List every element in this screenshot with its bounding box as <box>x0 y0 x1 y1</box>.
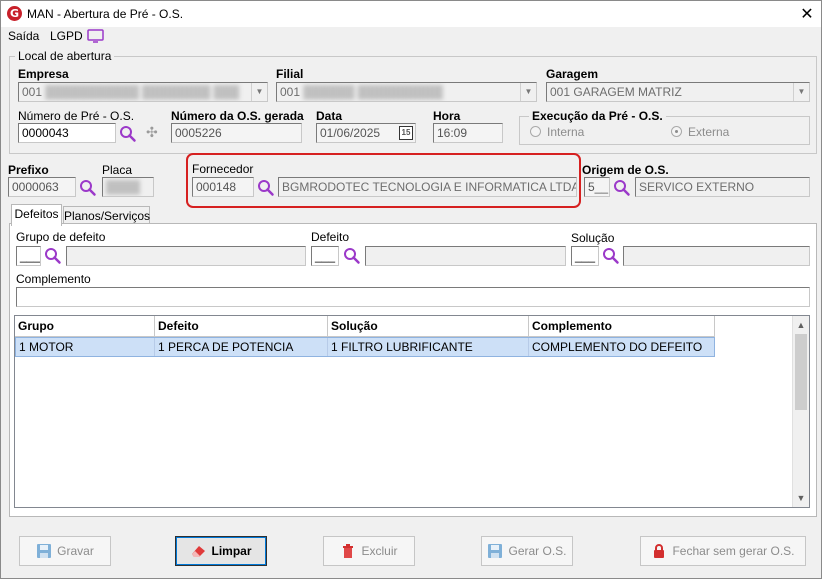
search-icon[interactable] <box>119 125 137 143</box>
search-icon[interactable] <box>613 179 631 197</box>
cell-complemento: COMPLEMENTO DO DEFEITO <box>532 340 703 354</box>
scroll-down-icon[interactable]: ▼ <box>793 490 809 506</box>
defeito-name-input <box>365 246 566 266</box>
add-icon[interactable]: ✣ <box>146 125 158 141</box>
chevron-down-icon[interactable]: ▼ <box>251 83 267 101</box>
excluir-button[interactable]: Excluir <box>323 536 415 566</box>
main-window: G MAN - Abertura de Pré - O.S. ✕ Saída L… <box>0 0 822 579</box>
title-bar: G MAN - Abertura de Pré - O.S. ✕ <box>1 1 821 27</box>
num-os-label: Número da O.S. gerada <box>171 109 304 123</box>
gerar-os-label: Gerar O.S. <box>508 544 567 558</box>
limpar-button[interactable]: Limpar <box>175 536 267 566</box>
fechar-sem-gerar-button[interactable]: Fechar sem gerar O.S. <box>640 536 806 566</box>
hora-input[interactable]: 16:09 <box>433 123 503 143</box>
radio-externa[interactable] <box>671 126 682 137</box>
hora-label: Hora <box>433 109 461 123</box>
empresa-value: 001 <box>22 85 43 99</box>
scroll-thumb[interactable] <box>795 334 807 410</box>
filial-label: Filial <box>276 67 304 81</box>
origem-name-input: SERVICO EXTERNO <box>635 177 810 197</box>
data-label: Data <box>316 109 343 123</box>
tab-defeitos[interactable]: Defeitos <box>11 204 62 226</box>
search-icon[interactable] <box>79 179 97 197</box>
excluir-label: Excluir <box>361 544 398 558</box>
filial-value: 001 <box>280 85 301 99</box>
app-logo-icon: G <box>7 6 22 21</box>
menu-saida[interactable]: Saída <box>8 29 39 43</box>
local-abertura-legend: Local de abertura <box>15 49 115 63</box>
solucao-name-input <box>623 246 810 266</box>
placa-label: Placa <box>102 163 133 177</box>
save-icon <box>488 544 503 558</box>
window-title: MAN - Abertura de Pré - O.S. <box>27 7 184 21</box>
prefixo-label: Prefixo <box>8 163 49 177</box>
scroll-up-icon[interactable]: ▲ <box>793 317 809 333</box>
interna-label: Interna <box>547 125 585 139</box>
cell-grupo: 1 MOTOR <box>16 338 155 356</box>
chevron-down-icon[interactable]: ▼ <box>520 83 536 101</box>
garagem-value: 001 GARAGEM MATRIZ <box>550 85 682 99</box>
table-row[interactable]: 1 MOTOR 1 PERCA DE POTENCIA 1 FILTRO LUB… <box>15 337 715 357</box>
column-header-grupo[interactable]: Grupo <box>15 316 155 337</box>
defeitos-grid[interactable]: Grupo Defeito Solução Complemento 1 MOTO… <box>14 315 810 508</box>
origem-code-input[interactable]: 5__ <box>584 177 610 197</box>
execucao-legend: Execução da Pré - O.S. <box>529 109 666 123</box>
data-input[interactable]: 01/06/2025 15 <box>316 123 416 143</box>
monitor-icon[interactable] <box>87 29 105 44</box>
gerar-os-button[interactable]: Gerar O.S. <box>481 536 573 566</box>
chevron-down-icon[interactable]: ▼ <box>793 83 809 101</box>
grupo-name-input <box>66 246 306 266</box>
solucao-code-input[interactable]: ___ <box>571 246 599 266</box>
placa-input: ████ <box>102 177 154 197</box>
empresa-combo[interactable]: 001 ███████████ ████████ ███ ▼ <box>18 82 268 102</box>
grupo-code-input[interactable]: ___ <box>16 246 41 266</box>
lock-icon <box>654 544 665 558</box>
complemento-input[interactable] <box>16 287 810 307</box>
filial-blurred: ██████ ██████████ <box>303 85 443 99</box>
grupo-defeito-label: Grupo de defeito <box>16 230 106 244</box>
eraser-icon <box>192 546 206 557</box>
prefixo-input[interactable]: 0000063 <box>8 177 76 197</box>
complemento-label: Complemento <box>16 272 91 286</box>
cell-solucao: 1 FILTRO LUBRIFICANTE <box>328 338 529 356</box>
close-icon[interactable]: ✕ <box>795 3 819 25</box>
menu-lgpd[interactable]: LGPD <box>50 29 83 43</box>
gravar-label: Gravar <box>57 544 94 558</box>
garagem-combo[interactable]: 001 GARAGEM MATRIZ ▼ <box>546 82 810 102</box>
limpar-label: Limpar <box>211 544 252 558</box>
filial-combo[interactable]: 001 ██████ ██████████ ▼ <box>276 82 537 102</box>
externa-label: Externa <box>688 125 730 139</box>
num-os-input: 0005226 <box>171 123 302 143</box>
radio-interna[interactable] <box>530 126 541 137</box>
defeito-label: Defeito <box>311 230 350 244</box>
gravar-button[interactable]: Gravar <box>19 536 111 566</box>
placa-blurred: ████ <box>106 180 141 194</box>
solucao-label: Solução <box>571 231 615 245</box>
search-icon[interactable] <box>602 247 620 265</box>
trash-icon <box>343 544 354 558</box>
cell-defeito: 1 PERCA DE POTENCIA <box>155 338 328 356</box>
defeito-code-input[interactable]: ___ <box>311 246 339 266</box>
column-header-solucao[interactable]: Solução <box>328 316 529 337</box>
garagem-label: Garagem <box>546 67 599 81</box>
grid-scrollbar[interactable]: ▲ ▼ <box>792 316 809 507</box>
search-icon[interactable] <box>44 247 62 265</box>
column-header-complemento[interactable]: Complemento <box>529 316 715 337</box>
num-pre-input[interactable]: 0000043 <box>18 123 116 143</box>
calendar-icon[interactable]: 15 <box>399 126 413 140</box>
num-pre-label: Número de Pré - O.S. <box>18 109 135 123</box>
data-value: 01/06/2025 <box>320 126 381 140</box>
empresa-label: Empresa <box>18 67 69 81</box>
fornecedor-highlight <box>186 153 581 208</box>
column-header-defeito[interactable]: Defeito <box>155 316 328 337</box>
search-icon[interactable] <box>343 247 361 265</box>
fechar-sem-gerar-label: Fechar sem gerar O.S. <box>672 544 795 558</box>
save-icon <box>37 544 52 558</box>
empresa-blurred: ███████████ ████████ ███ <box>45 85 240 99</box>
origem-label: Origem de O.S. <box>582 163 669 177</box>
